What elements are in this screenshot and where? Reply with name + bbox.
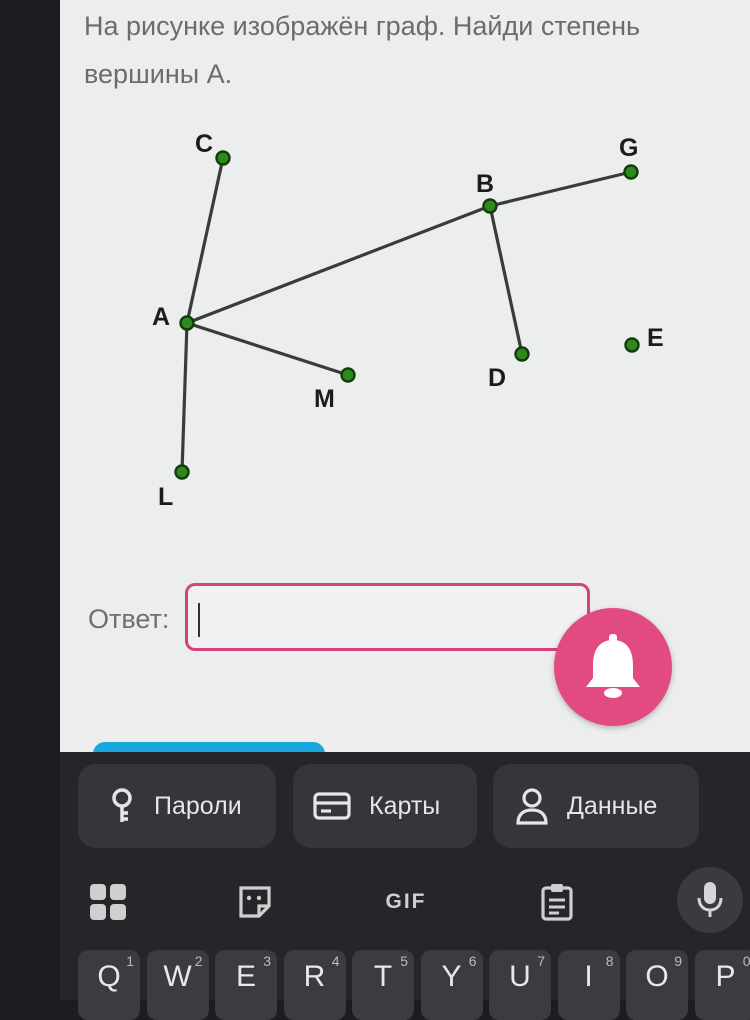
- key-number-hint: 7: [537, 953, 545, 969]
- apps-grid-icon: [89, 883, 127, 921]
- notification-bell-button[interactable]: [554, 608, 672, 726]
- graph-edge-am: [187, 323, 348, 375]
- graph-vertex-c: [217, 152, 230, 165]
- key-number-hint: 5: [400, 953, 408, 969]
- on-screen-keyboard: Пароли Карты Данные GIF: [60, 752, 750, 1000]
- key-letter: Q: [97, 960, 120, 994]
- graph-vertex-label-c: C: [195, 130, 213, 158]
- graph-vertex-label-d: D: [488, 364, 506, 392]
- gif-label: GIF: [386, 890, 427, 914]
- card-icon: [313, 792, 351, 820]
- graph-vertex-label-l: L: [158, 483, 173, 511]
- graph-figure: C B G A E D M L: [60, 0, 750, 540]
- graph-vertex-b: [484, 200, 497, 213]
- key-y[interactable]: Y6: [421, 950, 483, 1020]
- graph-vertex-e: [626, 339, 639, 352]
- graph-vertex-g: [625, 166, 638, 179]
- sticker-icon: [237, 884, 273, 920]
- text-caret: [198, 603, 200, 637]
- key-letter: O: [645, 960, 668, 994]
- suggestion-passwords[interactable]: Пароли: [78, 764, 276, 848]
- key-u[interactable]: U7: [489, 950, 551, 1020]
- clipboard-button[interactable]: [527, 877, 587, 927]
- person-icon: [515, 787, 549, 825]
- key-letter: U: [509, 960, 531, 994]
- key-number-hint: 8: [606, 953, 614, 969]
- key-icon: [108, 788, 136, 824]
- suggestion-cards[interactable]: Карты: [293, 764, 477, 848]
- suggestion-label: Данные: [567, 792, 657, 821]
- key-e[interactable]: E3: [215, 950, 277, 1020]
- answer-label: Ответ:: [88, 604, 169, 635]
- bell-icon: [580, 632, 646, 702]
- key-number-hint: 4: [332, 953, 340, 969]
- key-number-hint: 9: [674, 953, 682, 969]
- key-i[interactable]: I8: [558, 950, 620, 1020]
- key-o[interactable]: O9: [626, 950, 688, 1020]
- graph-edge-ab: [187, 206, 490, 323]
- key-q[interactable]: Q1: [78, 950, 140, 1020]
- graph-edge-ac: [187, 158, 223, 323]
- graph-vertex-m: [342, 369, 355, 382]
- key-number-hint: 3: [263, 953, 271, 969]
- key-t[interactable]: T5: [352, 950, 414, 1020]
- key-number-hint: 0: [743, 953, 750, 969]
- gif-button[interactable]: GIF: [376, 877, 436, 927]
- graph-vertex-l: [176, 466, 189, 479]
- voice-input-button[interactable]: [677, 867, 743, 933]
- graph-edge-bg: [490, 172, 631, 206]
- sticker-button[interactable]: [225, 877, 285, 927]
- key-letter: I: [584, 960, 592, 994]
- submit-button[interactable]: [93, 742, 325, 752]
- graph-vertex-label-g: G: [619, 134, 638, 162]
- answer-input[interactable]: [185, 583, 590, 651]
- suggestion-label: Карты: [369, 792, 440, 821]
- graph-edge-al: [182, 323, 187, 472]
- key-letter: W: [163, 960, 191, 994]
- key-r[interactable]: R4: [284, 950, 346, 1020]
- suggestion-label: Пароли: [154, 792, 242, 821]
- key-letter: T: [374, 960, 392, 994]
- key-letter: R: [304, 960, 326, 994]
- graph-vertex-label-b: B: [476, 170, 494, 198]
- suggestion-data[interactable]: Данные: [493, 764, 699, 848]
- graph-vertex-a: [181, 317, 194, 330]
- key-letter: Y: [441, 960, 461, 994]
- graph-edge-bd: [490, 206, 522, 354]
- graph-vertex-d: [516, 348, 529, 361]
- graph-vertex-label-m: M: [314, 385, 335, 413]
- key-number-hint: 1: [126, 953, 134, 969]
- apps-button[interactable]: [78, 877, 138, 927]
- microphone-icon: [697, 881, 723, 919]
- key-w[interactable]: W2: [147, 950, 209, 1020]
- graph-vertex-label-e: E: [647, 324, 664, 352]
- key-number-hint: 6: [469, 953, 477, 969]
- clipboard-icon: [541, 883, 573, 921]
- key-p[interactable]: P0: [695, 950, 750, 1020]
- key-letter: P: [715, 960, 735, 994]
- graph-vertex-label-a: A: [152, 303, 170, 331]
- key-letter: E: [236, 960, 256, 994]
- key-number-hint: 2: [195, 953, 203, 969]
